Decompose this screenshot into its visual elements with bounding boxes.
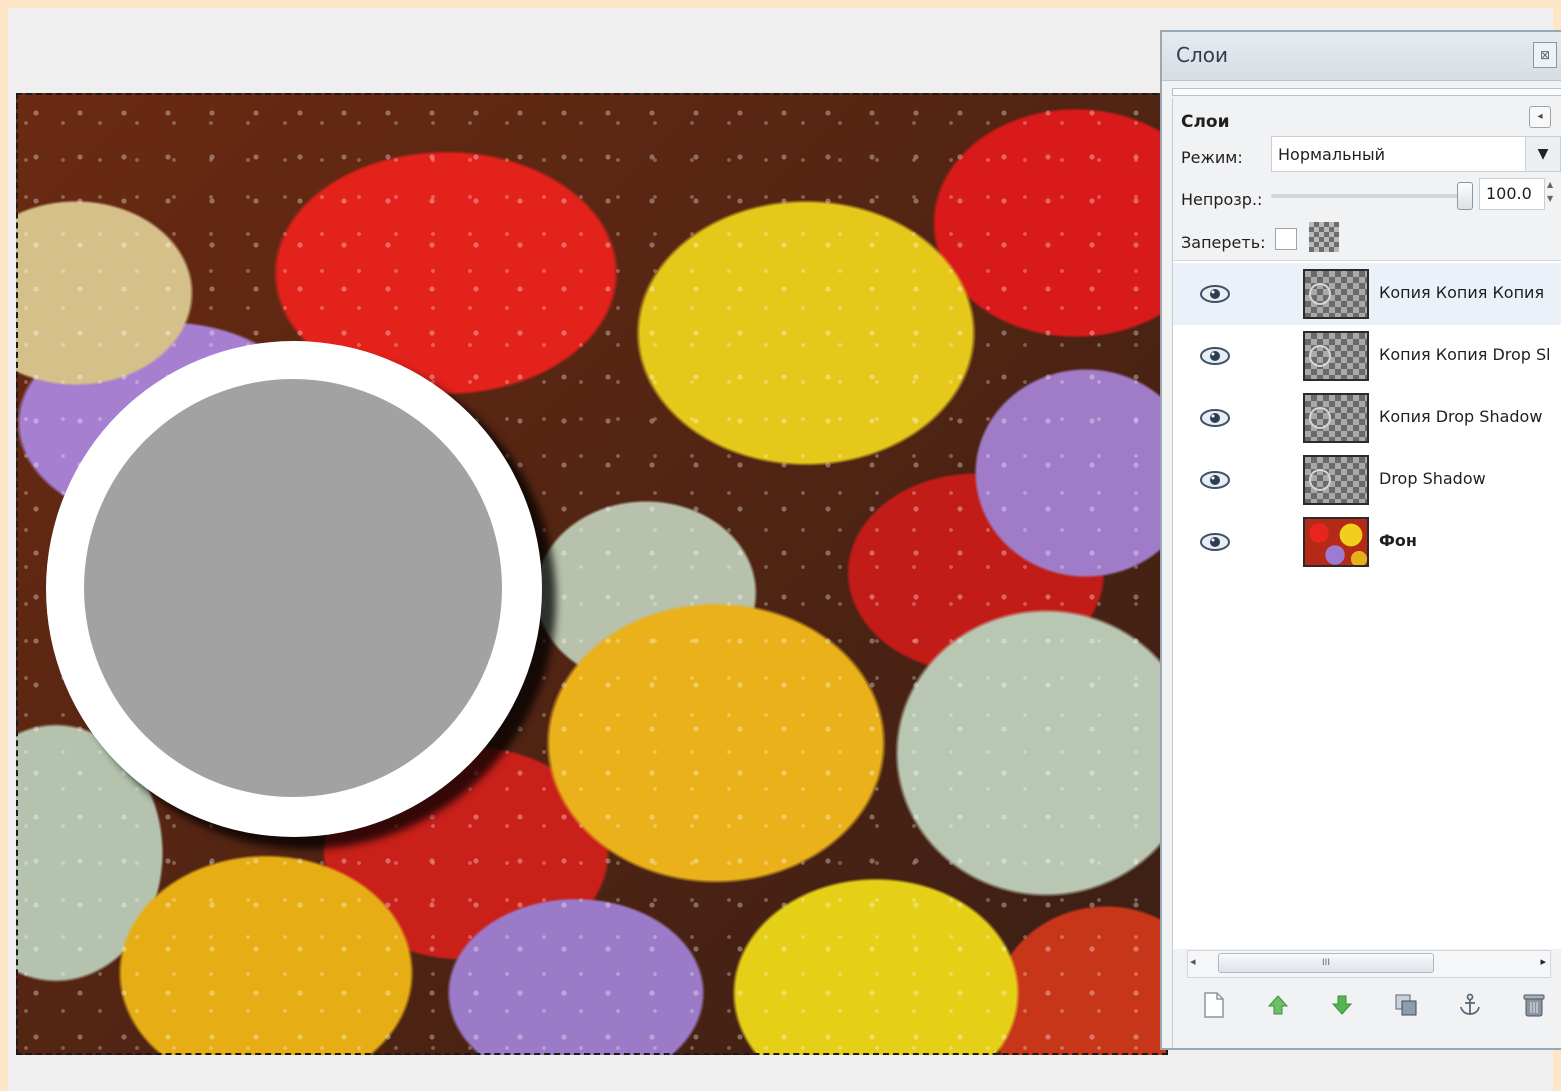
scroll-right-icon[interactable]: ▸ [1540,955,1546,968]
dock-tab-strip[interactable] [1172,88,1561,96]
eye-icon[interactable] [1199,407,1231,429]
layer-thumbnail [1303,455,1369,505]
layer-name[interactable]: Копия Копия Копия Drop Shadow [1379,283,1549,302]
opacity-label: Непрозр.: [1181,190,1263,209]
lock-alpha-icon[interactable] [1309,222,1339,252]
chevron-down-icon[interactable]: ▼ [1525,137,1560,171]
layer-thumbnail [1303,517,1369,567]
layers-toolbar [1187,988,1551,1028]
layer-name[interactable]: Копия Drop Shadow [1379,407,1549,426]
gray-circle [84,379,502,797]
delete-layer-button[interactable] [1517,988,1551,1022]
scrollbar-thumb[interactable]: III [1218,953,1434,973]
layers-dock: Слои ⊠ Слои ◂ Режим: Нормальный ▼ Непроз… [1160,30,1561,1050]
layer-name[interactable]: Копия Копия Drop Shadow [1379,345,1549,364]
panel-heading: Слои [1181,112,1230,132]
anchor-layer-icon [1460,993,1480,1015]
duplicate-layer-icon [1395,994,1417,1016]
mode-select[interactable]: Нормальный ▼ [1271,136,1561,172]
lock-label: Запереть: [1181,233,1266,252]
eye-icon[interactable] [1199,469,1231,491]
layers-panel: Слои ◂ Режим: Нормальный ▼ Непрозр.: 100… [1172,98,1561,1048]
eye-icon[interactable] [1199,283,1231,305]
raise-layer-button[interactable] [1261,988,1295,1022]
new-layer-button[interactable] [1197,988,1231,1022]
eye-icon[interactable] [1199,531,1231,553]
spin-arrows-icon[interactable]: ▲ ▼ [1547,178,1557,210]
dock-titlebar[interactable]: Слои ⊠ [1162,32,1561,81]
eye-icon[interactable] [1199,345,1231,367]
layer-row[interactable]: Копия Drop Shadow [1173,387,1561,449]
dock-title: Слои [1176,43,1228,67]
horizontal-scrollbar[interactable]: ◂ III ▸ [1187,950,1551,978]
layer-name[interactable]: Фон [1379,531,1549,550]
opacity-slider[interactable] [1271,194,1471,198]
mode-value: Нормальный [1278,145,1385,164]
lower-layer-icon [1331,995,1353,1015]
layer-row[interactable]: Фон [1173,511,1561,573]
lower-layer-button[interactable] [1325,988,1359,1022]
close-icon[interactable]: ⊠ [1533,42,1557,68]
raise-layer-icon [1267,995,1289,1015]
opacity-value-field[interactable]: 100.0 [1479,178,1545,210]
layer-name[interactable]: Drop Shadow [1379,469,1549,488]
panel-menu-icon[interactable]: ◂ [1529,106,1551,128]
lock-pixels-checkbox[interactable] [1275,228,1297,250]
duplicate-layer-button[interactable] [1389,988,1423,1022]
anchor-layer-button[interactable] [1453,988,1487,1022]
image-canvas[interactable] [16,93,1168,1055]
scroll-left-icon[interactable]: ◂ [1190,955,1196,968]
layer-thumbnail [1303,331,1369,381]
layer-thumbnail [1303,269,1369,319]
mode-label: Режим: [1181,148,1243,167]
layer-row[interactable]: Копия Копия Копия Drop Shadow [1173,263,1561,325]
delete-layer-icon [1523,994,1545,1017]
opacity-slider-handle[interactable] [1457,182,1473,210]
layer-thumbnail [1303,393,1369,443]
layer-row[interactable]: Drop Shadow [1173,449,1561,511]
layer-row[interactable]: Копия Копия Drop Shadow [1173,325,1561,387]
layer-list: Копия Копия Копия Drop Shadow Копия Копи… [1173,260,1561,949]
new-layer-icon [1204,992,1224,1018]
